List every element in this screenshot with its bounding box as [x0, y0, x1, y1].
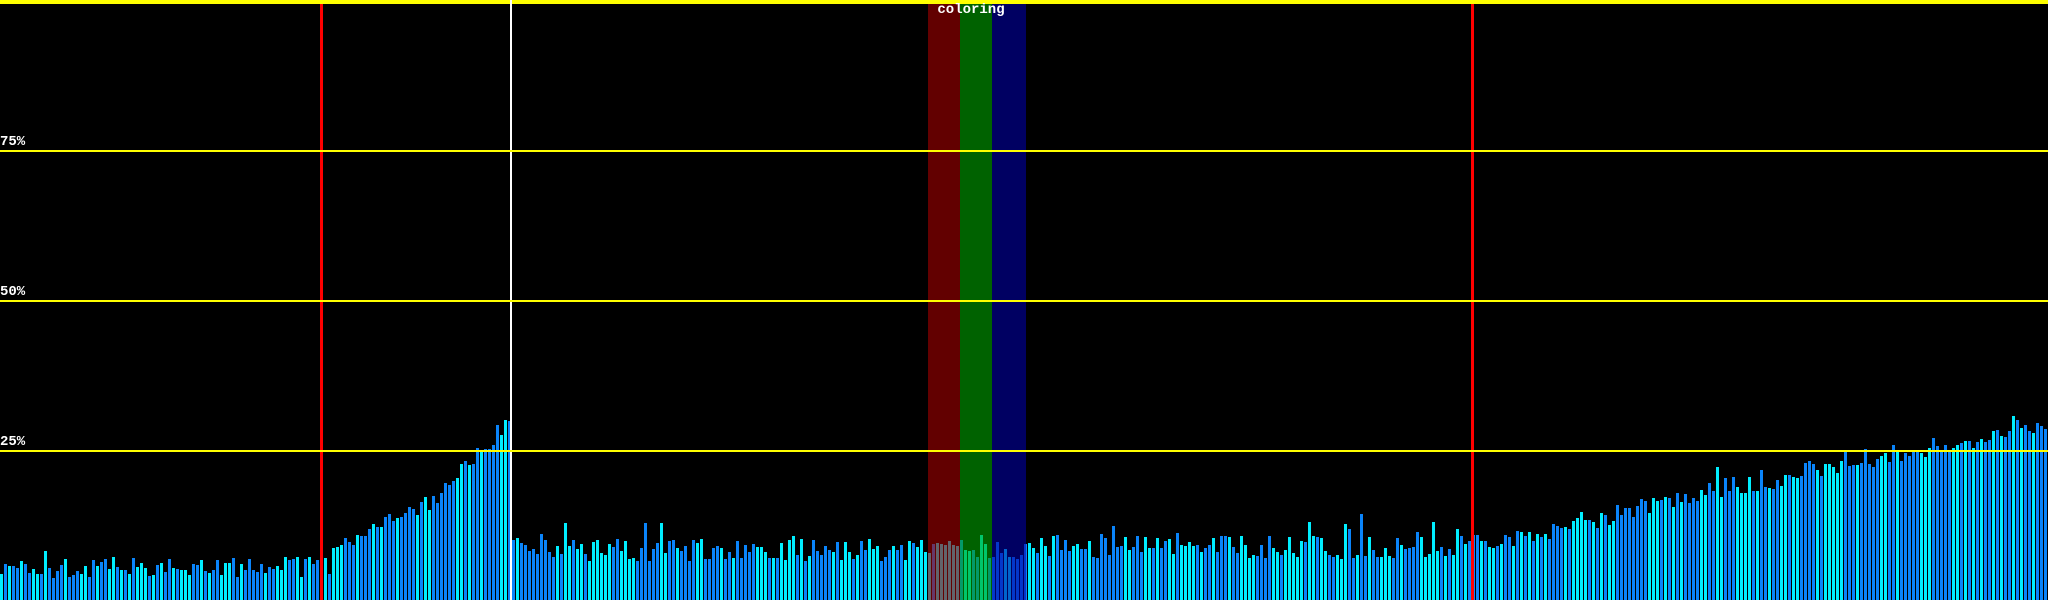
gridline-25	[0, 450, 2048, 452]
axis-label-50: 50%	[0, 284, 26, 300]
coloring-label: coloring	[937, 2, 1005, 18]
gridlines-layer: 75% 50% 25%	[0, 0, 2048, 600]
axis-label-75: 75%	[0, 134, 26, 150]
axis-label-25: 25%	[0, 434, 26, 450]
gridline-75	[0, 150, 2048, 152]
gridline-50	[0, 300, 2048, 302]
profile-graph: 75% 50% 25% coloring	[0, 0, 2048, 600]
